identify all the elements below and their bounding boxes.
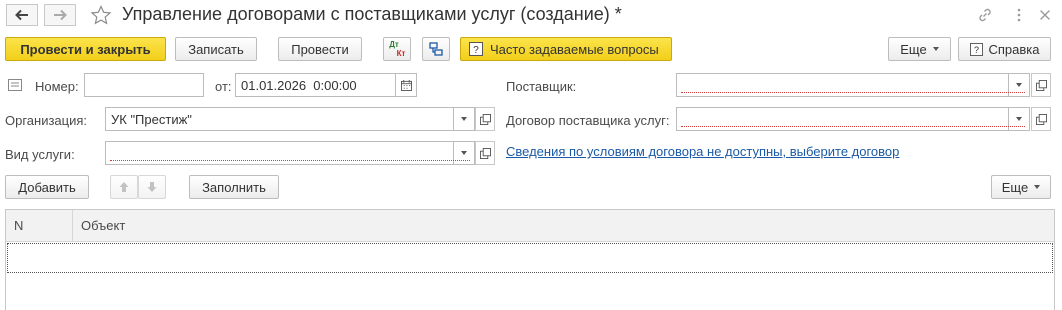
- chevron-down-icon: [461, 117, 467, 121]
- service-type-label: Вид услуги:: [5, 147, 75, 162]
- organization-dropdown-button[interactable]: [453, 108, 474, 130]
- chevron-down-icon: [1034, 185, 1041, 189]
- dt-kt-icon-top: Дт: [389, 40, 399, 49]
- help-button[interactable]: ? Справка: [958, 37, 1051, 61]
- table-row[interactable]: [7, 243, 1053, 273]
- question-icon: ?: [469, 42, 483, 56]
- table-more-label: Еще: [1001, 179, 1029, 195]
- service-type-dropdown-button[interactable]: [453, 142, 474, 164]
- supplier-field[interactable]: [676, 73, 1030, 97]
- number-label: Номер:: [35, 79, 79, 94]
- date-value: 01.01.2026 0:00:00: [241, 78, 357, 93]
- chevron-down-icon: [932, 47, 939, 51]
- service-type-field[interactable]: [105, 141, 475, 165]
- arrow-down-icon: [147, 182, 157, 192]
- open-icon: [1035, 113, 1047, 125]
- organization-field[interactable]: УК "Престиж": [105, 107, 475, 131]
- post-and-close-button[interactable]: Провести и закрыть: [5, 37, 166, 61]
- objects-table[interactable]: N Объект: [5, 209, 1055, 310]
- more-button[interactable]: Еще: [888, 37, 951, 61]
- close-icon[interactable]: [1036, 6, 1054, 24]
- more-vertical-icon[interactable]: [1010, 6, 1028, 24]
- fill-button[interactable]: Заполнить: [189, 175, 279, 199]
- faq-button[interactable]: ? Часто задаваемые вопросы: [460, 37, 672, 61]
- forward-button[interactable]: [44, 4, 76, 26]
- arrow-up-icon: [119, 182, 129, 192]
- organization-open-button[interactable]: [475, 107, 495, 131]
- dt-kt-button[interactable]: Дт Кт: [383, 37, 411, 61]
- arrow-right-icon: [54, 9, 67, 21]
- save-button[interactable]: Записать: [175, 37, 257, 61]
- document-icon: [8, 79, 22, 91]
- post-button[interactable]: Провести: [278, 37, 362, 61]
- contract-dropdown-button[interactable]: [1008, 108, 1029, 130]
- question-icon: ?: [969, 42, 983, 56]
- move-down-button[interactable]: [138, 175, 166, 199]
- contract-field[interactable]: [676, 107, 1030, 131]
- more-label: Еще: [900, 41, 927, 57]
- organization-label: Организация:: [5, 113, 88, 128]
- organization-value: УК "Престиж": [111, 112, 192, 127]
- supplier-dropdown-button[interactable]: [1008, 74, 1029, 96]
- link-icon[interactable]: [976, 6, 994, 24]
- hierarchy-icon: [429, 42, 443, 56]
- open-icon: [479, 113, 491, 125]
- move-up-button[interactable]: [110, 175, 138, 199]
- supplier-label: Поставщик:: [506, 79, 577, 94]
- date-label: от:: [215, 79, 232, 94]
- faq-label: Часто задаваемые вопросы: [490, 41, 659, 57]
- chevron-down-icon: [461, 151, 467, 155]
- open-icon: [1035, 79, 1047, 91]
- add-button[interactable]: Добавить: [5, 175, 89, 199]
- contract-label: Договор поставщика услуг:: [506, 113, 670, 128]
- help-label: Справка: [988, 41, 1040, 57]
- back-button[interactable]: [6, 4, 38, 26]
- arrow-left-icon: [15, 9, 28, 21]
- service-type-open-button[interactable]: [475, 141, 495, 165]
- calendar-icon: [400, 79, 412, 91]
- open-icon: [479, 147, 491, 159]
- column-header-object[interactable]: Объект: [73, 210, 125, 242]
- page-title: Управление договорами с поставщиками усл…: [122, 4, 622, 24]
- structure-button[interactable]: [422, 37, 450, 61]
- date-field[interactable]: 01.01.2026 0:00:00: [235, 73, 417, 97]
- svg-text:?: ?: [473, 45, 479, 56]
- number-field[interactable]: [84, 73, 204, 97]
- chevron-down-icon: [1016, 83, 1022, 87]
- contract-info-link[interactable]: Сведения по условиям договора не доступн…: [506, 144, 899, 159]
- column-header-n[interactable]: N: [6, 210, 73, 242]
- dt-kt-icon-bottom: Кт: [396, 49, 406, 58]
- svg-text:?: ?: [973, 45, 978, 55]
- contract-open-button[interactable]: [1031, 107, 1051, 131]
- table-more-button[interactable]: Еще: [991, 175, 1051, 199]
- star-icon[interactable]: [90, 5, 112, 25]
- calendar-button[interactable]: [395, 74, 416, 96]
- supplier-open-button[interactable]: [1031, 73, 1051, 97]
- table-header: N Объект: [6, 210, 1054, 242]
- chevron-down-icon: [1016, 117, 1022, 121]
